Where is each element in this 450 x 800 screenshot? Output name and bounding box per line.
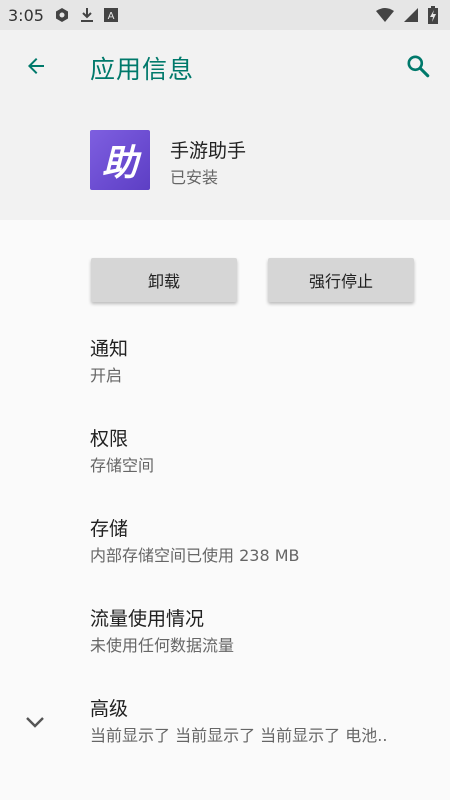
app-install-status: 已安装	[170, 168, 219, 187]
app-info-header: 应用信息 助 手游助手 已安装	[0, 30, 450, 220]
settings-item-title: 高级	[90, 698, 129, 720]
search-button[interactable]	[404, 52, 432, 80]
settings-item-storage[interactable]: 存储 内部存储空间已使用 238 MB	[90, 517, 430, 567]
app-notification-icon	[54, 7, 70, 23]
settings-item-data-usage[interactable]: 流量使用情况 未使用任何数据流量	[90, 607, 430, 657]
settings-item-title: 通知	[90, 338, 129, 360]
battery-charging-icon	[428, 6, 438, 24]
force-stop-button[interactable]: 强行停止	[268, 258, 414, 302]
settings-item-notifications[interactable]: 通知 开启	[90, 337, 430, 387]
settings-item-summary: 存储空间	[90, 456, 155, 475]
cellular-signal-icon	[404, 8, 418, 22]
settings-item-summary: 开启	[90, 366, 123, 385]
status-time: 3:05	[8, 5, 44, 25]
wifi-icon	[376, 8, 394, 22]
back-button[interactable]	[22, 52, 50, 80]
settings-item-summary: 当前显示了 当前显示了 当前显示了 电池..	[90, 726, 388, 745]
settings-item-title: 权限	[90, 428, 129, 450]
settings-item-summary: 未使用任何数据流量	[90, 636, 235, 655]
download-icon	[80, 7, 94, 23]
app-name: 手游助手	[170, 140, 247, 162]
page-title: 应用信息	[90, 55, 195, 84]
settings-item-permissions[interactable]: 权限 存储空间	[90, 427, 430, 477]
app-icon: 助	[90, 130, 150, 190]
uninstall-button[interactable]: 卸载	[91, 258, 237, 302]
settings-item-summary: 内部存储空间已使用 238 MB	[90, 546, 300, 565]
svg-text:A: A	[108, 11, 115, 22]
search-icon	[407, 55, 430, 78]
text-input-icon: A	[103, 8, 118, 22]
status-bar: 3:05 A	[0, 0, 450, 30]
settings-item-advanced[interactable]: 高级 当前显示了 当前显示了 当前显示了 电池..	[90, 697, 430, 747]
settings-item-title: 存储	[90, 518, 129, 540]
settings-item-title: 流量使用情况	[90, 608, 205, 630]
app-icon-glyph: 助	[101, 143, 138, 184]
arrow-back-icon	[28, 58, 44, 74]
chevron-down-icon[interactable]	[24, 712, 46, 734]
